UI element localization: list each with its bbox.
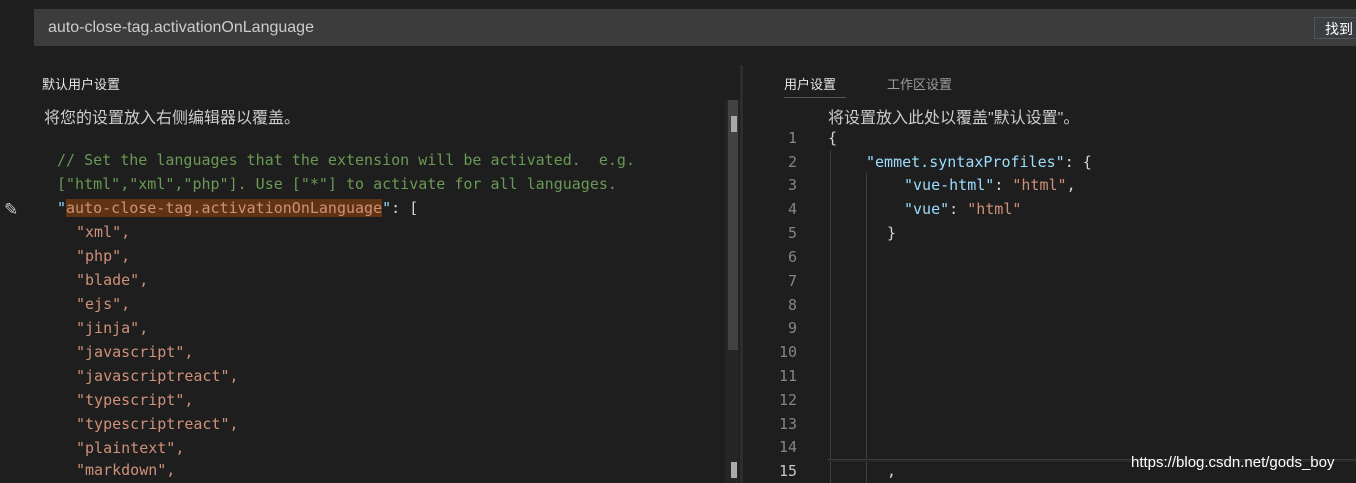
line-number: 1 <box>787 129 797 147</box>
default-settings-title: 默认用户设置 <box>42 77 121 92</box>
array-value: "blade", <box>76 271 149 289</box>
line-number: 2 <box>787 153 797 171</box>
array-value: "typescript", <box>76 391 194 409</box>
json-key: "emmet.syntaxProfiles" <box>866 153 1065 171</box>
array-value: "markdown", <box>76 461 176 479</box>
json-line-emmet[interactable]: "emmet.syntaxProfiles": { <box>866 150 1092 174</box>
array-value: "ejs", <box>76 295 131 313</box>
json-open-brace[interactable]: { <box>828 126 837 150</box>
line-number: 7 <box>787 272 797 290</box>
line-number: 8 <box>787 296 797 314</box>
array-value: "xml", <box>76 223 131 241</box>
scrollbar-match-marker <box>731 462 737 478</box>
active-tab-indicator <box>784 97 846 98</box>
line-number: 3 <box>787 176 797 194</box>
comment-line-2: ["html","xml","php"]. Use ["*"] to activ… <box>57 175 617 193</box>
json-close-brace[interactable]: } <box>887 221 896 245</box>
line-number: 13 <box>778 415 797 433</box>
line-number: 11 <box>778 367 797 385</box>
setting-key-highlight: auto-close-tag.activationOnLanguage <box>66 199 383 217</box>
find-button[interactable]: 找到 <box>1314 17 1356 39</box>
scrollbar-match-marker <box>731 116 737 132</box>
json-key: "vue" <box>904 200 950 218</box>
array-value: "javascriptreact", <box>76 367 239 385</box>
watermark-text: https://blog.csdn.net/gods_boy <box>1131 454 1335 471</box>
search-bar: 找到 <box>34 9 1356 46</box>
left-gutter-strip: ✎ <box>0 0 34 483</box>
line-number: 4 <box>787 200 797 218</box>
line-number: 9 <box>787 319 797 337</box>
line-number-current: 15 <box>778 462 797 480</box>
tab-user-settings[interactable]: 用户设置 <box>784 74 836 93</box>
json-comma[interactable]: , <box>887 459 896 483</box>
line-number: 5 <box>787 224 797 242</box>
right-pane-hint: 将设置放入此处以覆盖"默认设置"。 <box>828 110 1080 127</box>
pane-divider[interactable] <box>740 65 743 483</box>
line-number: 6 <box>787 248 797 266</box>
array-value: "plaintext", <box>76 439 185 457</box>
comment-line-1: // Set the languages that the extension … <box>57 151 635 169</box>
indent-guide <box>830 150 831 483</box>
left-scrollbar-thumb[interactable] <box>728 100 738 350</box>
line-number: 12 <box>778 391 797 409</box>
array-value: "typescriptreact", <box>76 415 239 433</box>
json-line-vue[interactable]: "vue": "html" <box>904 197 1021 221</box>
array-value: "jinja", <box>76 319 149 337</box>
left-pane-hint: 将您的设置放入右侧编辑器以覆盖。 <box>44 110 301 127</box>
json-key: "vue-html" <box>904 176 995 194</box>
json-punctuation: : { <box>1064 153 1092 171</box>
json-value: "html" <box>967 200 1022 218</box>
indent-guide <box>866 173 867 483</box>
json-line-vue-html[interactable]: "vue-html": "html", <box>904 173 1076 197</box>
settings-search-input[interactable] <box>34 9 1304 46</box>
line-number: 10 <box>778 343 797 361</box>
json-value: "html" <box>1012 176 1067 194</box>
tab-workspace-settings[interactable]: 工作区设置 <box>887 74 952 93</box>
setting-key-line[interactable]: "auto-close-tag.activationOnLanguage": [ <box>57 196 418 220</box>
pencil-icon[interactable]: ✎ <box>4 200 18 220</box>
array-value: "javascript", <box>76 343 194 361</box>
line-number: 14 <box>778 438 797 456</box>
array-value: "php", <box>76 247 131 265</box>
